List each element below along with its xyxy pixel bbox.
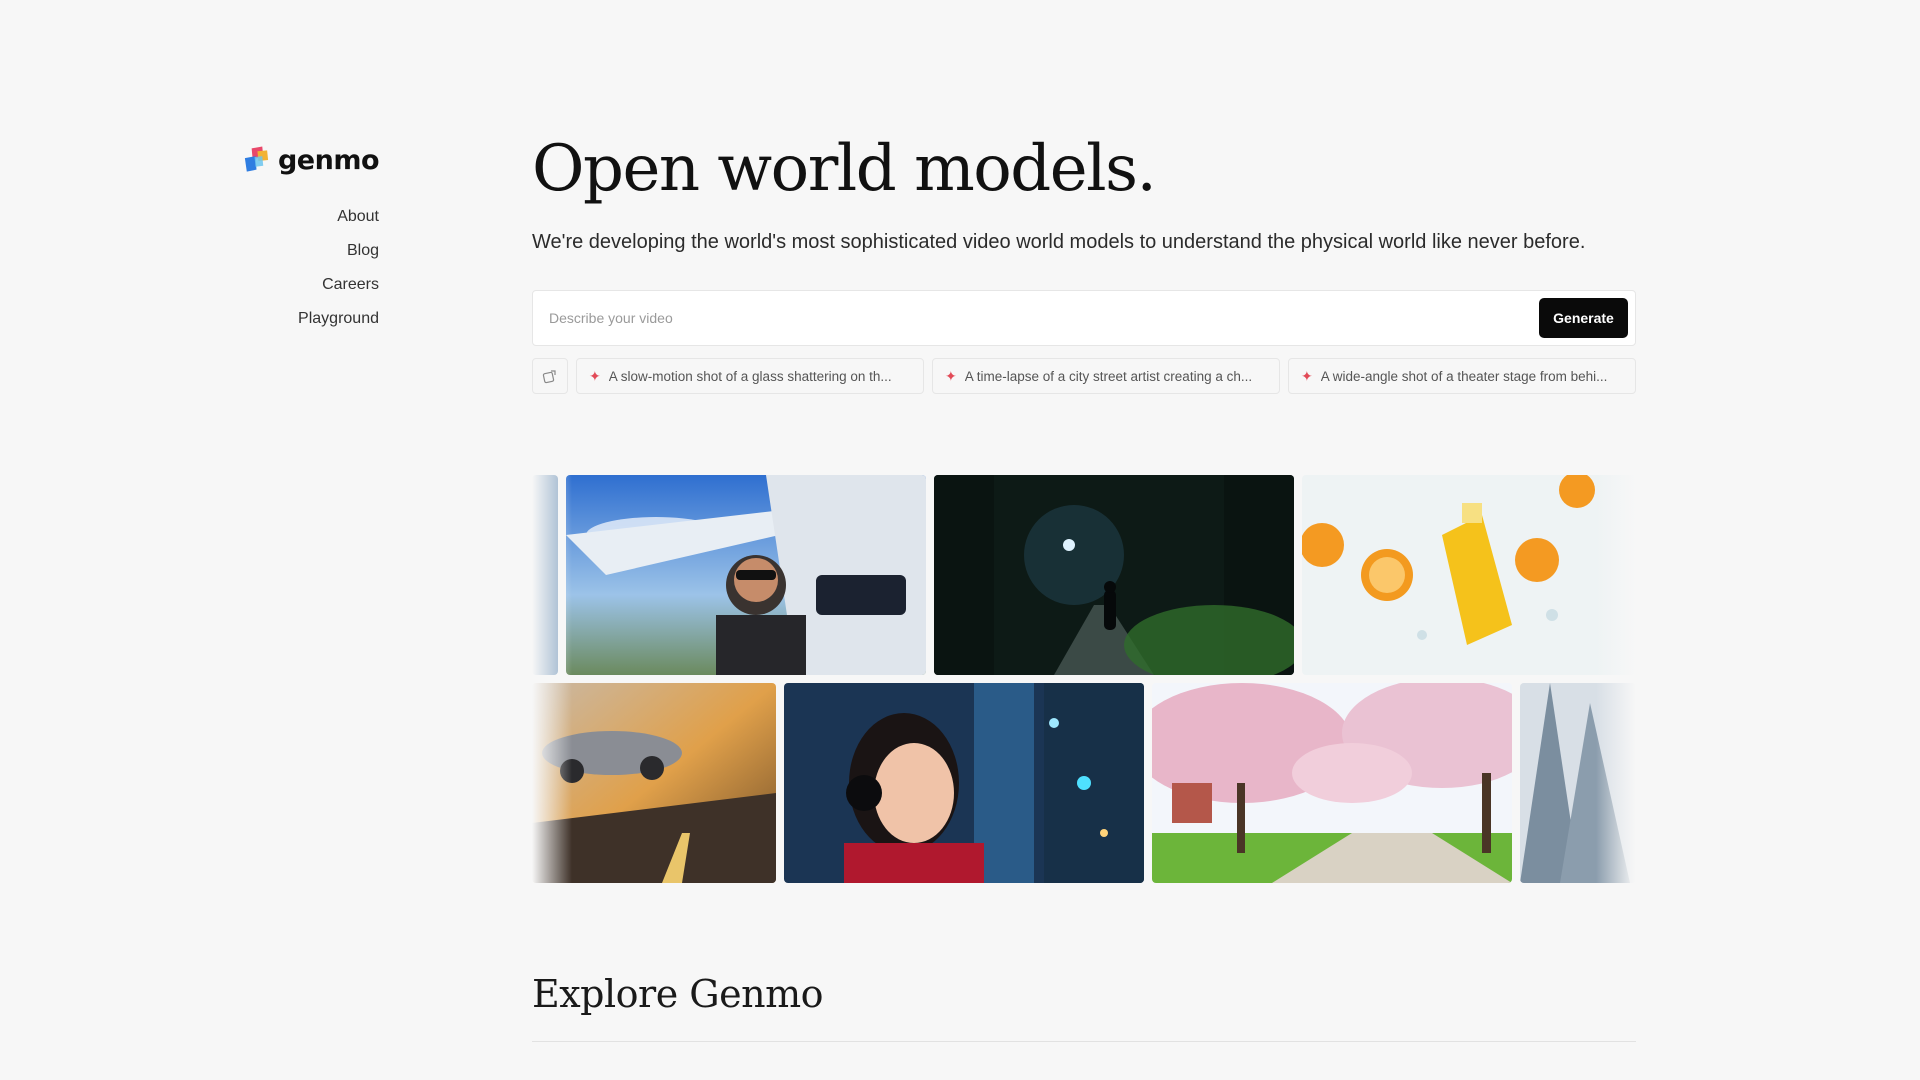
section-divider [532, 1041, 1636, 1042]
suggestion-chip[interactable]: ✦ A wide-angle shot of a theater stage f… [1288, 358, 1636, 394]
generate-button[interactable]: Generate [1539, 298, 1628, 338]
video-tile-airplane[interactable] [566, 475, 926, 675]
video-gallery [532, 475, 1636, 883]
shuffle-icon [542, 370, 556, 384]
video-tile-orange-juice[interactable] [1302, 475, 1636, 675]
nav-item-careers[interactable]: Careers [241, 268, 379, 302]
suggestion-text: A slow-motion shot of a glass shattering… [608, 368, 892, 384]
orange-juice-thumbnail [1302, 475, 1636, 675]
suggestion-text: A wide-angle shot of a theater stage fro… [1320, 368, 1608, 384]
cherry-blossom-thumbnail [1152, 683, 1512, 883]
prompt-box: Generate [532, 290, 1636, 346]
sparkle-icon: ✦ [1301, 367, 1313, 384]
suggestion-chip[interactable]: ✦ A slow-motion shot of a glass shatteri… [576, 358, 924, 394]
sparkle-icon: ✦ [589, 367, 601, 384]
video-tile-partial[interactable] [532, 475, 558, 675]
video-tile-cherry-blossom[interactable] [1152, 683, 1512, 883]
nav-menu: About Blog Careers Playground [241, 200, 379, 336]
sports-car-thumbnail [532, 683, 776, 883]
explore-title: Explore Genmo [532, 972, 824, 1016]
night-forest-thumbnail [934, 475, 1294, 675]
sidebar: genmo About Blog Careers Playground [241, 140, 380, 336]
video-thumbnail [532, 475, 558, 675]
sparkle-icon: ✦ [945, 367, 957, 384]
suggestion-row: ✦ A slow-motion shot of a glass shatteri… [532, 358, 1636, 394]
nav-item-playground[interactable]: Playground [241, 302, 379, 336]
video-tile-snowy-pine[interactable] [1520, 683, 1636, 883]
page-title: Open world models. [532, 132, 1157, 206]
snowy-pine-thumbnail [1520, 683, 1636, 883]
nav-item-blog[interactable]: Blog [241, 234, 379, 268]
airplane-pilot-thumbnail [566, 475, 926, 675]
video-tile-sports-car[interactable] [532, 683, 776, 883]
suggestion-chip[interactable]: ✦ A time-lapse of a city street artist c… [932, 358, 1280, 394]
video-tile-night-forest[interactable] [934, 475, 1294, 675]
logo[interactable]: genmo [241, 140, 380, 180]
page-subtitle: We're developing the world's most sophis… [532, 231, 1586, 253]
genmo-logo-icon [244, 146, 269, 172]
nav-item-about[interactable]: About [241, 200, 379, 234]
girl-headphones-thumbnail [784, 683, 1144, 883]
video-tile-girl-headphones[interactable] [784, 683, 1144, 883]
shuffle-button[interactable] [532, 358, 568, 394]
brand-name: genmo [277, 144, 380, 176]
suggestion-text: A time-lapse of a city street artist cre… [964, 368, 1253, 384]
prompt-input[interactable] [549, 291, 1529, 345]
